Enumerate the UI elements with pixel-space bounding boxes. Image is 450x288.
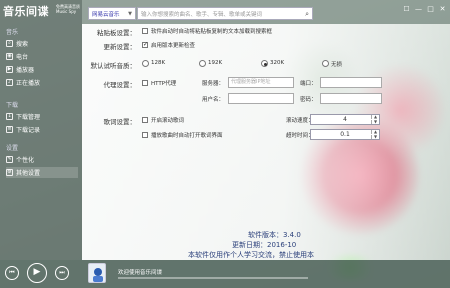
spin-down-icon[interactable]: ▼ <box>371 120 379 124</box>
quality-radio-320k[interactable] <box>261 60 268 67</box>
timeout-spinner[interactable]: 0.1 ▲ ▼ <box>310 129 380 140</box>
server-label: 服务器： <box>202 81 225 87</box>
username-input[interactable] <box>228 93 294 104</box>
section-download: 下载 <box>6 102 19 109</box>
quality-label: 默认试听音质： <box>90 62 137 70</box>
lyrics-auto-checkbox[interactable] <box>142 132 148 138</box>
password-input[interactable] <box>320 93 382 104</box>
sidebar-item-download-history[interactable]: ≡ 下载记录 <box>6 124 78 135</box>
minimize-icon[interactable]: — <box>414 5 423 14</box>
skin-icon[interactable]: ☐ <box>402 5 411 14</box>
radio-icon: ◉ <box>6 53 13 60</box>
quality-lossless-text: 无损 <box>331 62 343 68</box>
sidebar-item-search[interactable]: ⌕ 搜索 <box>6 38 78 49</box>
quality-128k-text: 128K <box>151 60 166 66</box>
sidebar: 音乐间谍 免费高清音质 Music Spy 音乐 ⌕ 搜索 ◉ 电台 ▶ 播放器 ♪ 正在… <box>0 0 82 260</box>
quality-radio-192k[interactable] <box>199 60 206 67</box>
lyrics-label: 歌词设置： <box>103 118 137 126</box>
previous-icon[interactable]: ⏮ <box>5 266 19 280</box>
search-icon[interactable]: ⌕ <box>305 10 309 19</box>
port-label: 端口： <box>300 81 317 87</box>
sidebar-item-radio[interactable]: ◉ 电台 <box>6 51 78 62</box>
sidebar-item-player[interactable]: ▶ 播放器 <box>6 64 78 75</box>
play-icon[interactable]: ▶ <box>27 263 47 283</box>
app-logo: 音乐间谍 <box>3 5 49 18</box>
quality-320k-text: 320K <box>270 60 285 66</box>
search-input[interactable]: 输入你想搜索的曲名、歌手、专辑、歌单或关键词 ⌕ <box>137 7 313 20</box>
port-input[interactable] <box>320 77 382 88</box>
download-manage-icon: ↓ <box>6 113 13 120</box>
sidebar-item-download-manage[interactable]: ↓ 下载管理 <box>6 111 78 122</box>
server-input[interactable]: 代理服务器IP地址 <box>228 77 294 88</box>
scroll-speed-spinner[interactable]: 4 ▲ ▼ <box>310 114 380 125</box>
quality-radio-128k[interactable] <box>142 60 149 67</box>
clipboard-option-text: 软件启动时自动将粘贴板复制的文本加载到搜索框 <box>151 29 273 35</box>
sidebar-item-personalize[interactable]: ✎ 个性化 <box>6 154 78 165</box>
search-icon: ⌕ <box>6 40 13 47</box>
proxy-option-text: HTTP代理 <box>151 81 177 87</box>
update-option-text: 启用版本更新检查 <box>151 43 196 49</box>
download-history-icon: ≡ <box>6 126 13 133</box>
usage-notice: 本软件仅用作个人学习交流，禁止使用本 <box>188 251 314 259</box>
lyrics-scroll-checkbox[interactable] <box>142 117 148 123</box>
update-date: 更新日期：2016-10 <box>232 241 297 249</box>
section-settings: 设置 <box>6 145 19 152</box>
next-icon[interactable]: ⏭ <box>55 266 69 280</box>
maximize-icon[interactable]: □ <box>426 5 435 14</box>
player-icon: ▶ <box>6 66 13 73</box>
now-playing-icon: ♪ <box>6 79 13 86</box>
proxy-checkbox[interactable] <box>142 80 148 86</box>
clipboard-label: 粘贴板设置： <box>97 29 136 37</box>
lyrics-scroll-text: 开启滚动歌词 <box>151 118 185 124</box>
password-label: 密码： <box>300 97 317 103</box>
quality-radio-lossless[interactable] <box>322 60 329 67</box>
spin-down-icon[interactable]: ▼ <box>371 135 379 139</box>
software-version: 软件版本：3.4.0 <box>248 231 301 239</box>
app-logo-subtitle: 免费高清音质 Music Spy <box>56 4 80 14</box>
close-icon[interactable]: ✕ <box>438 5 447 14</box>
lyrics-auto-text: 播放歌曲时自动打开歌词界面 <box>151 133 223 139</box>
gear-icon: ⚙ <box>6 169 13 176</box>
progress-bar[interactable] <box>118 277 308 279</box>
album-cover[interactable] <box>88 263 106 283</box>
update-checkbox[interactable] <box>142 41 148 48</box>
now-playing-text: 欢迎使用音乐间谍 <box>118 270 163 276</box>
chevron-down-icon: ▼ <box>128 11 132 17</box>
quality-192k-text: 192K <box>208 60 223 66</box>
music-source-select[interactable]: 网易云音乐 ▼ <box>88 7 136 20</box>
sidebar-item-other-settings[interactable]: ⚙ 其他设置 <box>6 167 78 178</box>
personalize-icon: ✎ <box>6 156 13 163</box>
proxy-label: 代理设置： <box>103 81 137 89</box>
section-music: 音乐 <box>6 29 19 36</box>
update-label: 更新设置： <box>103 43 137 51</box>
username-label: 用户名： <box>202 97 225 103</box>
clipboard-checkbox[interactable] <box>142 28 148 34</box>
sidebar-item-now-playing[interactable]: ♪ 正在播放 <box>6 77 78 88</box>
